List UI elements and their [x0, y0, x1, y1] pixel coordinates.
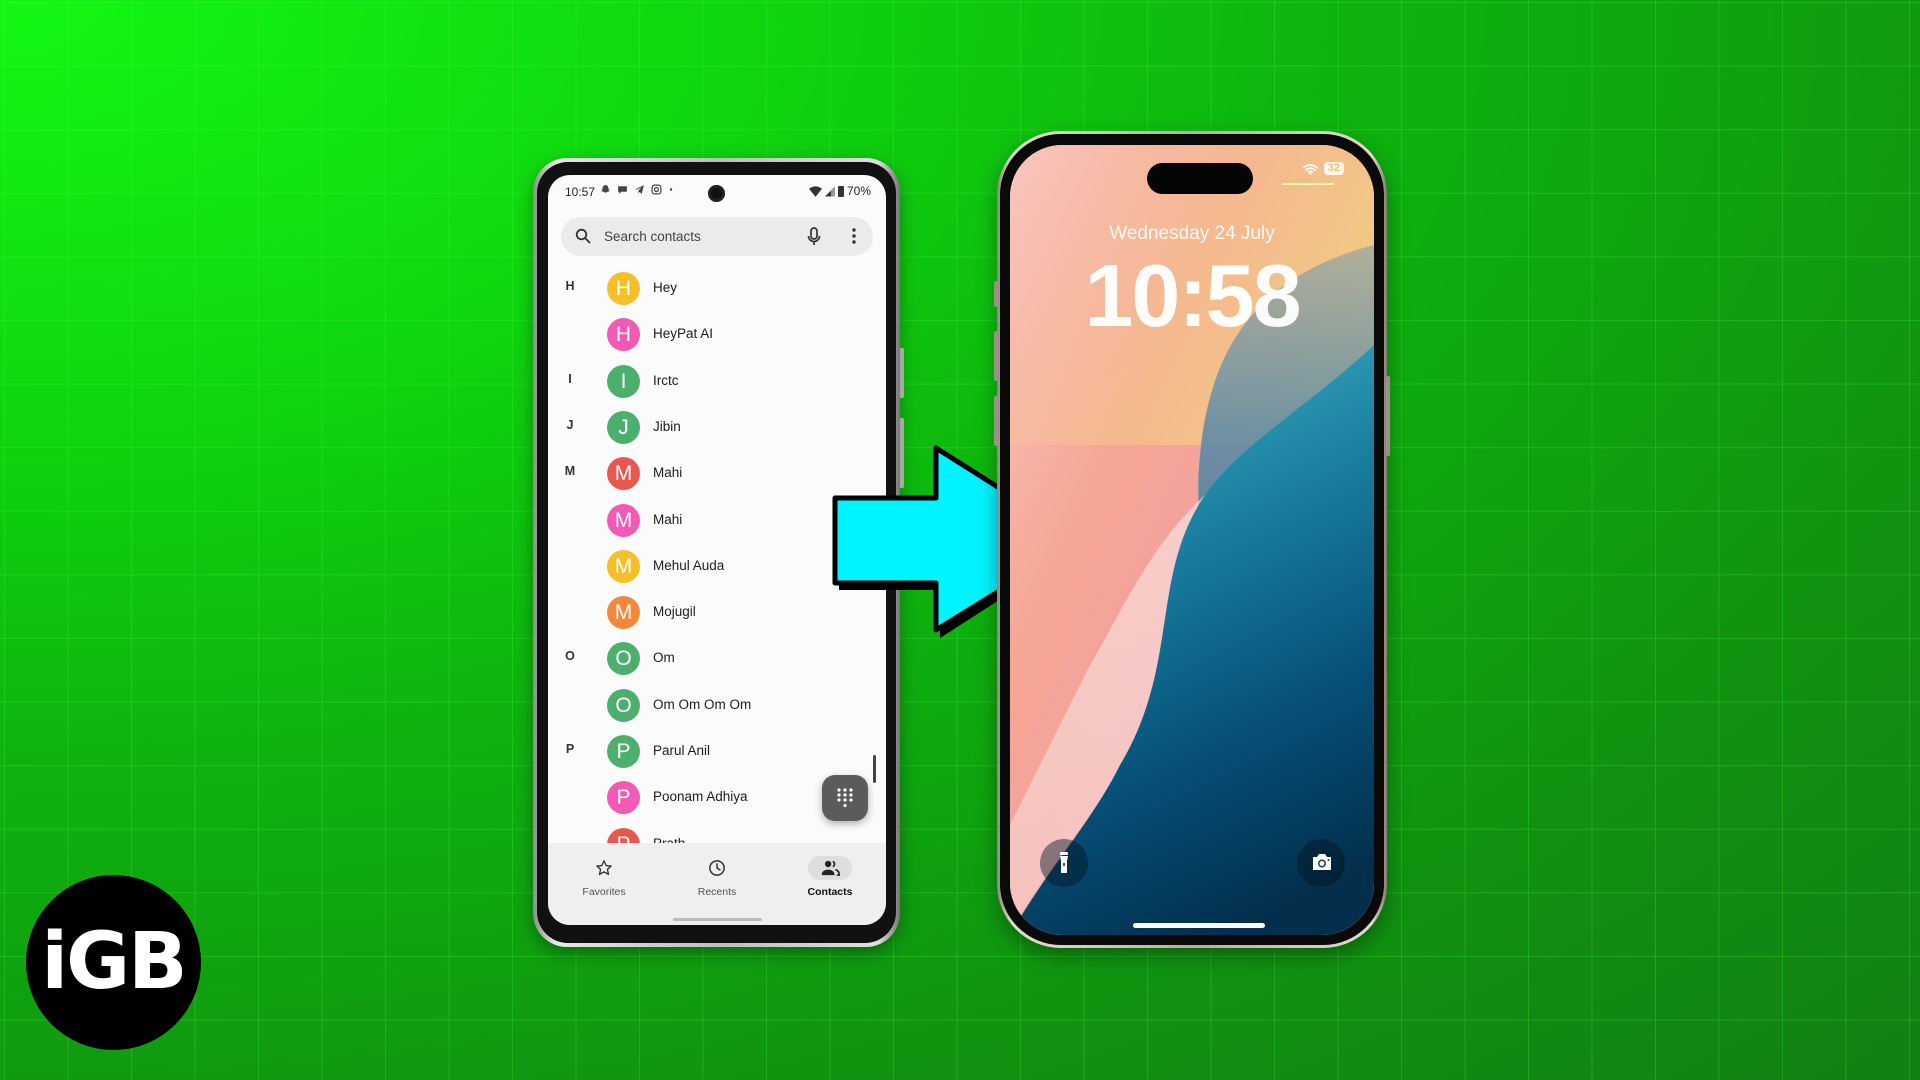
contact-row[interactable]: O O Om — [548, 635, 886, 681]
more-notifications-dot — [669, 188, 673, 191]
tab-contacts-icon-wrap — [808, 856, 852, 880]
gesture-bar — [673, 918, 762, 921]
contact-row[interactable]: I I Irctc — [548, 358, 886, 404]
igb-logo: iGB — [26, 875, 201, 1050]
tab-recents-icon-wrap — [695, 856, 739, 880]
tab-recents-label: Recents — [697, 886, 737, 898]
wifi-icon — [1302, 163, 1318, 175]
iphone-lock-screen: 32 Wednesday 24 July 10:58 — [1010, 145, 1374, 935]
contact-avatar: H — [607, 272, 640, 305]
snapchat-icon — [601, 185, 610, 193]
battery-icon — [837, 185, 844, 197]
contact-avatar: M — [607, 549, 640, 583]
section-letter: M — [564, 464, 576, 479]
contact-avatar: P — [607, 781, 640, 815]
power-button — [900, 348, 904, 398]
logo-text: iGB — [41, 917, 187, 1007]
contact-name: Om — [653, 650, 675, 666]
camera-button[interactable] — [1297, 839, 1345, 887]
volume-down-button — [994, 396, 998, 446]
contact-avatar: H — [607, 318, 640, 352]
android-status-bar: 10:57 70% — [548, 175, 886, 211]
contact-name: Mahi — [653, 465, 683, 481]
contact-row[interactable]: H HeyPat AI — [548, 311, 886, 357]
camera-icon — [1313, 854, 1331, 870]
battery-percent: 70% — [846, 184, 871, 198]
battery-level: 32 — [1323, 162, 1344, 175]
status-time: 10:57 — [565, 185, 596, 199]
contact-avatar: M — [607, 457, 640, 491]
dialpad-icon — [837, 788, 853, 808]
telegram-icon — [635, 185, 644, 194]
contact-avatar: O — [607, 642, 640, 676]
section-letter: H — [565, 279, 575, 293]
tab-favorites[interactable]: Favorites — [548, 843, 660, 913]
section-letter: I — [568, 371, 572, 386]
bottom-navigation: Favorites Recents Contacts — [548, 843, 886, 925]
action-button — [994, 281, 998, 307]
tab-favorites-icon-wrap — [582, 856, 626, 880]
contact-avatar: O — [607, 688, 640, 722]
contact-row[interactable]: H H Hey — [548, 265, 886, 311]
contact-row[interactable]: O Om Om Om Om — [548, 682, 886, 728]
wifi-icon — [808, 185, 822, 197]
people-icon — [821, 860, 840, 876]
section-letter: J — [566, 417, 574, 432]
contact-row[interactable]: P P Parul Anil — [548, 728, 886, 774]
contact-name: Hey — [653, 280, 678, 295]
section-letter: O — [565, 649, 575, 664]
contact-avatar: J — [607, 410, 640, 444]
lock-screen-time: 10:58 — [1084, 246, 1301, 345]
volume-up-button — [994, 331, 998, 381]
contact-name: Mahi — [653, 511, 683, 527]
contact-avatar: M — [607, 596, 640, 630]
contact-name: Mojugil — [653, 604, 696, 620]
flashlight-icon — [1060, 852, 1068, 873]
home-indicator — [1133, 923, 1265, 928]
tab-contacts[interactable]: Contacts — [774, 843, 886, 913]
front-camera — [708, 185, 725, 202]
contact-name: Om Om Om Om — [653, 696, 752, 712]
search-input[interactable]: Search contacts — [604, 229, 701, 244]
system-status: 70% — [808, 184, 871, 198]
clock-icon — [709, 860, 725, 876]
search-contacts-bar[interactable]: Search contacts — [561, 217, 873, 256]
iphone: 32 Wednesday 24 July 10:58 — [994, 131, 1390, 948]
contact-name: Jibin — [653, 418, 681, 434]
search-icon — [575, 228, 591, 244]
mic-icon[interactable] — [807, 227, 821, 246]
dialpad-button[interactable] — [822, 775, 868, 821]
lock-screen-date: Wednesday 24 July — [1109, 223, 1275, 244]
contact-avatar: I — [607, 364, 640, 398]
tab-recents[interactable]: Recents — [661, 843, 773, 913]
contact-name: Poonam Adhiya — [653, 789, 748, 805]
flashlight-button[interactable] — [1040, 839, 1088, 887]
signal-icon — [824, 186, 835, 196]
contact-name: Irctc — [653, 372, 679, 388]
more-vert-icon[interactable] — [852, 228, 856, 244]
status-underline — [1282, 183, 1334, 185]
section-letter: P — [565, 742, 575, 756]
contact-name: Parul Anil — [653, 743, 711, 758]
dynamic-island — [1147, 163, 1253, 194]
chat-icon — [618, 186, 627, 194]
list-scrollbar[interactable] — [873, 755, 876, 783]
contact-name: HeyPat AI — [653, 326, 714, 342]
star-icon — [596, 860, 612, 876]
tab-contacts-label: Contacts — [807, 886, 853, 898]
tab-favorites-label: Favorites — [582, 886, 626, 898]
instagram-icon — [651, 184, 662, 195]
notification-icons — [600, 184, 674, 195]
iphone-status-bar: 32 — [1302, 162, 1344, 175]
contact-avatar: M — [607, 503, 640, 537]
side-button — [1386, 376, 1390, 456]
contact-avatar: P — [607, 735, 640, 768]
contact-name: Mehul Auda — [653, 557, 725, 573]
